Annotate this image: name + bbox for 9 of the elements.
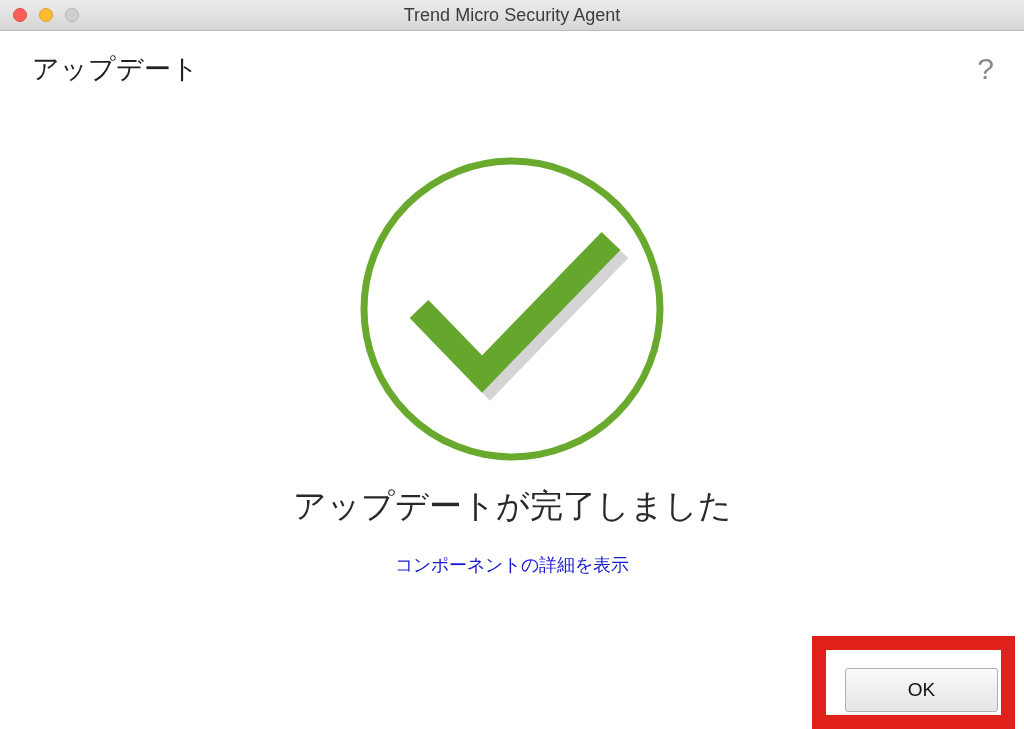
close-window-button[interactable] (13, 8, 27, 22)
window-title: Trend Micro Security Agent (403, 4, 621, 25)
details-link[interactable]: コンポーネントの詳細を表示 (395, 553, 629, 577)
status-message: アップデートが完了しました (292, 485, 732, 527)
page-title: アップデート (32, 52, 199, 86)
check-circle-icon (360, 157, 664, 461)
ok-button[interactable]: OK (845, 668, 998, 712)
help-button[interactable]: ? (977, 52, 994, 86)
minimize-window-button[interactable] (39, 8, 53, 22)
